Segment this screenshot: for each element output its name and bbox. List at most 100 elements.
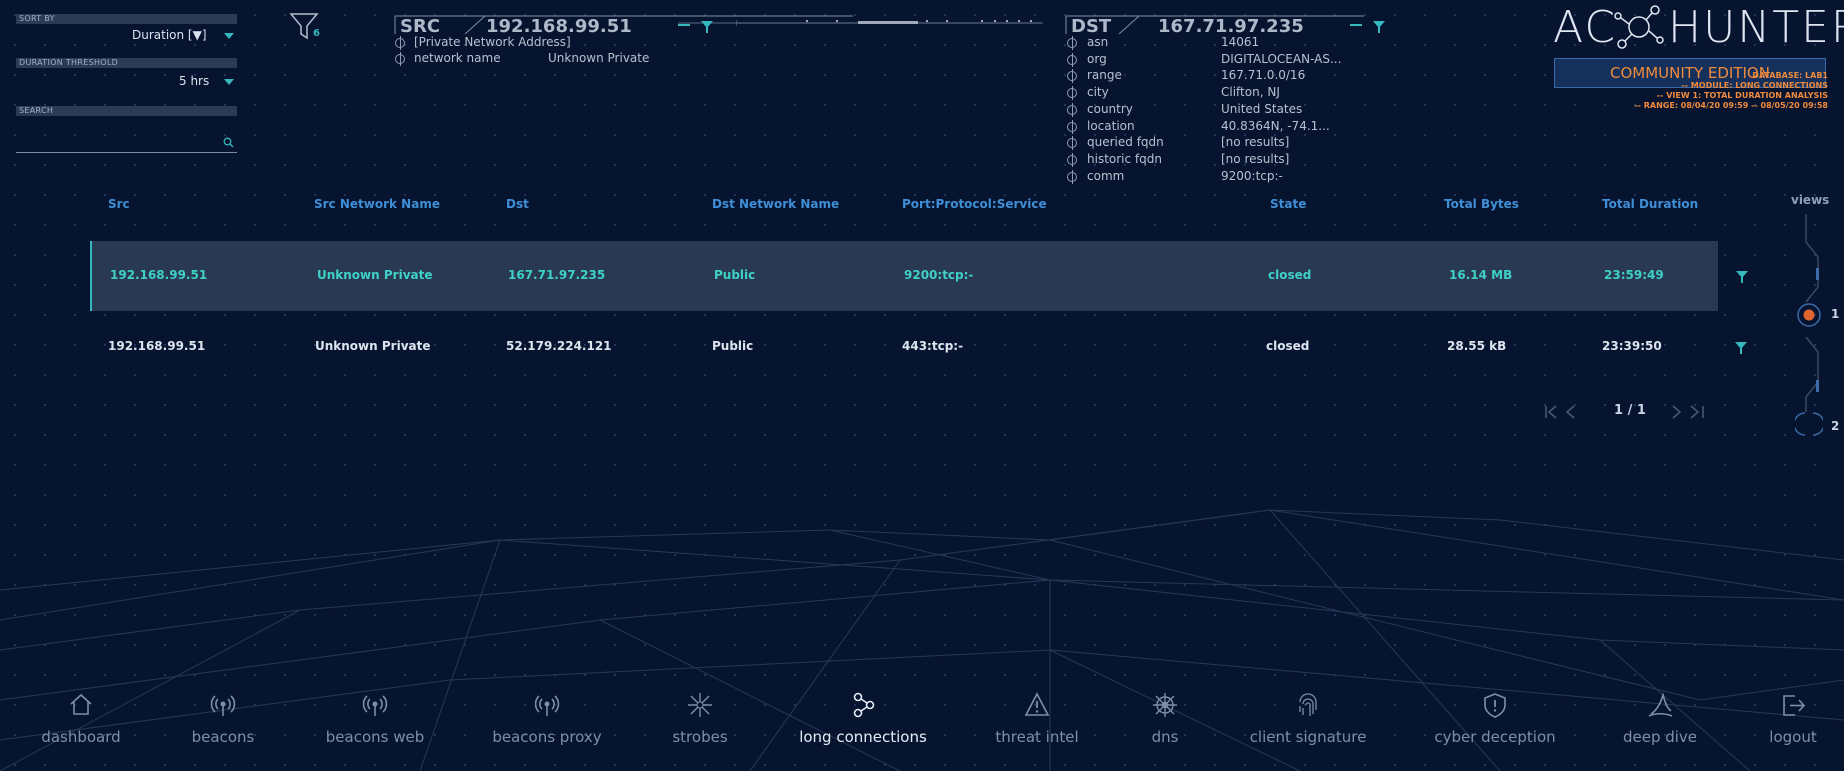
cell-dst: 52.179.224.121: [506, 339, 612, 353]
warning-icon[interactable]: [1024, 692, 1050, 718]
cell-src-network-name: Unknown Private: [315, 339, 431, 353]
dst-filter-icon[interactable]: [1373, 21, 1385, 33]
logo-hunter: HUNTER: [1668, 2, 1844, 53]
module-info: -- MODULE: LONG CONNECTIONS: [1681, 81, 1828, 90]
dst-detail-key: queried fqdn: [1087, 135, 1164, 150]
nav-label-beacons-proxy[interactable]: beacons proxy: [492, 728, 601, 746]
nav-label-deep-dive[interactable]: deep dive: [1623, 728, 1697, 746]
table-row[interactable]: 192.168.99.51 Unknown Private 52.179.224…: [90, 312, 1716, 382]
dst-detail-key: city: [1087, 85, 1109, 100]
dst-row-icon: [1067, 152, 1077, 167]
range-info: -- RANGE: 08/04/20 09:59 -- 08/05/20 09:…: [1634, 101, 1828, 110]
src-panel-title: SRC: [400, 16, 441, 37]
dst-minimize-icon[interactable]: [1350, 24, 1362, 26]
header-total-bytes[interactable]: Total Bytes: [1444, 197, 1519, 211]
cell-total-duration: 23:39:50: [1602, 339, 1662, 353]
row-2-filter-icon[interactable]: [1735, 342, 1747, 354]
header-src[interactable]: Src: [108, 197, 130, 211]
nav-label-strobes[interactable]: strobes: [672, 728, 727, 746]
nav-label-beacons-web[interactable]: beacons web: [326, 728, 424, 746]
cell-total-bytes: 16.14 MB: [1449, 268, 1513, 282]
duration-threshold-select[interactable]: 5 hrs: [179, 74, 209, 88]
dst-ip: 167.71.97.235: [1158, 16, 1304, 37]
shield-icon[interactable]: [1482, 692, 1508, 718]
filter-count-badge: 6: [313, 28, 320, 39]
home-icon[interactable]: [68, 692, 94, 718]
logout-icon[interactable]: [1780, 692, 1806, 718]
view-1-label[interactable]: 1: [1831, 307, 1839, 321]
first-page-icon[interactable]: [1544, 404, 1580, 420]
fingerprint-icon[interactable]: [1295, 692, 1321, 718]
background-mesh: [0, 509, 1844, 771]
pagination-label: 1 / 1: [1614, 403, 1646, 418]
beacon-icon[interactable]: [210, 692, 236, 718]
src-filter-icon[interactable]: [701, 21, 713, 33]
dst-detail-key: asn: [1087, 35, 1109, 49]
long-connections-icon[interactable]: [850, 692, 876, 718]
src-network-name-value: Unknown Private: [548, 51, 650, 65]
dst-detail-key: comm: [1087, 168, 1125, 183]
dst-detail-value: 167.71.0.0/16: [1221, 68, 1306, 83]
cell-src: 192.168.99.51: [110, 268, 208, 282]
dst-panel-title: DST: [1071, 16, 1112, 37]
src-row-icon-2: [395, 52, 405, 66]
cell-dst-network-name: Public: [714, 268, 756, 282]
view-2-label[interactable]: 2: [1831, 419, 1839, 433]
sort-by-caret-icon[interactable]: [224, 33, 234, 39]
src-private-address: [Private Network Address]: [414, 35, 571, 49]
dns-wheel-icon[interactable]: [1152, 692, 1178, 718]
dst-detail-value: [no results]: [1221, 151, 1290, 166]
nav-label-logout[interactable]: logout: [1769, 728, 1816, 746]
database-info: DATABASE: LAB1: [1752, 71, 1828, 80]
header-dst-network-name[interactable]: Dst Network Name: [712, 197, 839, 211]
beacon-proxy-icon[interactable]: [534, 692, 560, 718]
search-label: SEARCH: [16, 106, 237, 116]
table-row-selected[interactable]: 192.168.99.51 Unknown Private 167.71.97.…: [90, 241, 1718, 311]
nav-label-cyber-deception[interactable]: cyber deception: [1434, 728, 1555, 746]
search-underline: [16, 152, 237, 153]
header-src-network-name[interactable]: Src Network Name: [314, 197, 440, 211]
nav-label-long-connections[interactable]: long connections: [799, 728, 927, 746]
search-input[interactable]: [16, 134, 220, 152]
cell-dst-network-name: Public: [712, 339, 754, 353]
logo-ac: AC: [1553, 2, 1618, 53]
nav-label-client-signature[interactable]: client signature: [1250, 728, 1367, 746]
view-1-indicator-icon[interactable]: [1795, 301, 1823, 329]
row-1-filter-icon[interactable]: [1736, 271, 1748, 283]
nav-label-beacons[interactable]: beacons: [192, 728, 255, 746]
dst-detail-key: org: [1087, 51, 1107, 66]
sort-by-select[interactable]: Duration [▼]: [132, 28, 207, 42]
dst-row-icon: [1067, 119, 1077, 134]
dst-row-icon: [1067, 169, 1077, 184]
beacon-web-icon[interactable]: [362, 692, 388, 718]
src-minimize-icon[interactable]: [678, 24, 690, 26]
nav-label-dashboard[interactable]: dashboard: [41, 728, 120, 746]
cell-state: closed: [1266, 339, 1310, 353]
dst-row-icon: [1067, 52, 1077, 67]
nav-label-threat-intel[interactable]: threat intel: [995, 728, 1078, 746]
search-icon[interactable]: [223, 137, 234, 148]
view-2-indicator-icon[interactable]: [1795, 410, 1823, 438]
header-port-protocol-service[interactable]: Port:Protocol:Service: [902, 197, 1047, 211]
duration-threshold-caret-icon[interactable]: [224, 79, 234, 85]
cell-port-protocol-service: 9200:tcp:-: [904, 268, 974, 282]
dst-detail-value: United States: [1221, 101, 1303, 116]
cell-dst: 167.71.97.235: [508, 268, 606, 282]
header-state[interactable]: State: [1270, 197, 1306, 211]
dst-detail-key: country: [1087, 101, 1133, 116]
cell-state: closed: [1268, 268, 1312, 282]
nav-label-dns[interactable]: dns: [1152, 728, 1179, 746]
header-total-duration[interactable]: Total Duration: [1602, 197, 1698, 211]
duration-threshold-label: DURATION THRESHOLD: [16, 58, 237, 68]
view-info: -- VIEW 1: TOTAL DURATION ANALYSIS: [1656, 91, 1828, 100]
last-page-icon[interactable]: [1670, 404, 1706, 420]
cell-src: 192.168.99.51: [108, 339, 206, 353]
strobe-icon[interactable]: [687, 692, 713, 718]
src-row-icon-1: [395, 36, 405, 50]
fin-icon[interactable]: [1647, 692, 1673, 718]
dst-detail-value: Clifton, NJ: [1221, 85, 1280, 100]
dst-detail-value: 9200:tcp:-: [1221, 168, 1283, 183]
src-network-name-key: network name: [414, 51, 501, 65]
views-label: views: [1791, 193, 1830, 207]
header-dst[interactable]: Dst: [506, 197, 529, 211]
